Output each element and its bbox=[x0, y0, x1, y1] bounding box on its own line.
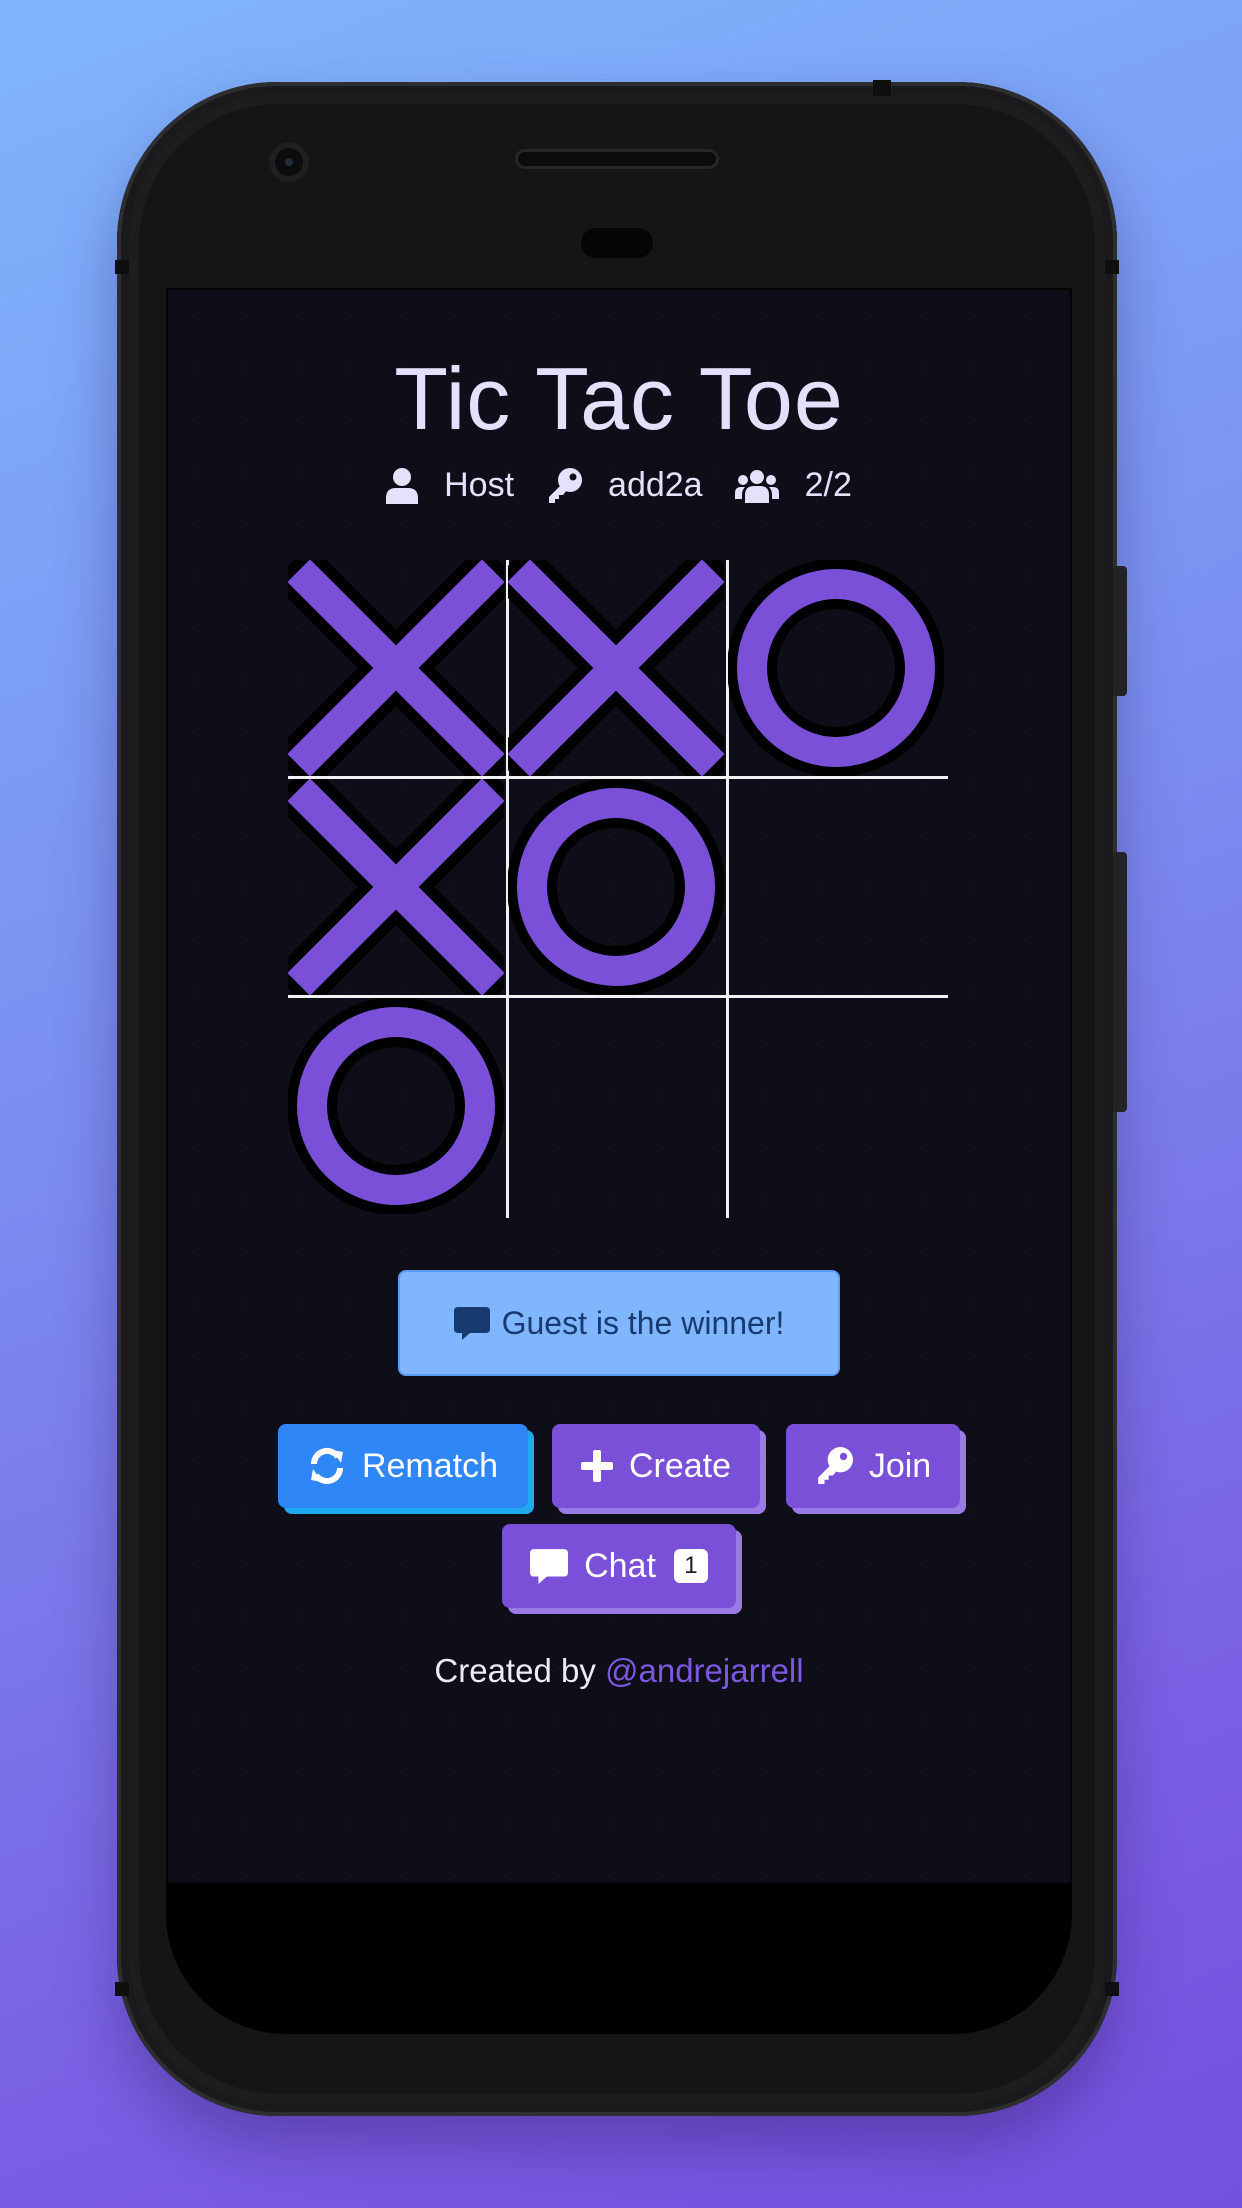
antenna-band bbox=[115, 1982, 129, 1996]
footer-prefix: Created by bbox=[434, 1652, 605, 1689]
host-info: Host bbox=[386, 466, 514, 505]
board-cell-8[interactable] bbox=[508, 998, 724, 1214]
footer-credit: Created by @andrejarrell bbox=[168, 1652, 1070, 1690]
players-info: 2/2 bbox=[734, 466, 852, 505]
room-code: add2a bbox=[608, 466, 703, 504]
board-cell-9[interactable] bbox=[728, 998, 944, 1214]
user-icon bbox=[386, 467, 419, 504]
game-board bbox=[288, 560, 948, 1218]
key-icon bbox=[817, 1447, 853, 1484]
chat-button[interactable]: Chat 1 bbox=[502, 1524, 736, 1608]
author-link[interactable]: @andrejarrell bbox=[605, 1652, 804, 1689]
rematch-label: Rematch bbox=[361, 1446, 499, 1485]
board-cell-7[interactable] bbox=[288, 998, 504, 1214]
antenna-band bbox=[115, 260, 129, 274]
x-mark bbox=[288, 560, 504, 776]
game-info-bar: Host add2a 2/2 bbox=[168, 466, 1070, 505]
board-cell-5[interactable] bbox=[508, 779, 724, 995]
antenna-band bbox=[1105, 260, 1119, 274]
board-cell-4[interactable] bbox=[288, 779, 504, 995]
volume-button bbox=[1113, 852, 1127, 1112]
board-cell-1[interactable] bbox=[288, 560, 504, 776]
comment-icon bbox=[530, 1549, 569, 1584]
users-icon bbox=[734, 469, 779, 503]
o-mark bbox=[288, 998, 504, 1214]
o-mark bbox=[728, 560, 944, 776]
board-cell-6[interactable] bbox=[728, 779, 944, 995]
antenna-band bbox=[1105, 1982, 1119, 1996]
o-mark bbox=[508, 779, 724, 995]
winner-message: Guest is the winner! bbox=[398, 1270, 840, 1376]
comment-icon bbox=[453, 1307, 490, 1340]
proximity-sensor bbox=[581, 228, 653, 258]
board-cell-3[interactable] bbox=[728, 560, 944, 776]
create-button[interactable]: Create bbox=[552, 1424, 760, 1508]
x-mark bbox=[508, 560, 724, 776]
key-icon bbox=[549, 467, 583, 503]
phone-chin bbox=[166, 1882, 1072, 2034]
front-camera bbox=[269, 142, 309, 182]
chat-label: Chat bbox=[584, 1546, 656, 1585]
room-info: add2a bbox=[546, 466, 703, 505]
chat-count-badge: 1 bbox=[673, 1549, 708, 1583]
x-mark bbox=[288, 779, 504, 995]
join-label: Join bbox=[868, 1446, 932, 1485]
page-title: Tic Tac Toe bbox=[394, 349, 844, 448]
power-button bbox=[1113, 566, 1127, 696]
host-label: Host bbox=[444, 466, 515, 504]
sync-icon bbox=[310, 1447, 343, 1485]
board-cell-2[interactable] bbox=[508, 560, 724, 776]
game-screen: Tic Tac Toe Host add2a 2/2 Guest is the … bbox=[166, 288, 1072, 1884]
rematch-button[interactable]: Rematch bbox=[278, 1424, 528, 1508]
join-button[interactable]: Join bbox=[786, 1424, 960, 1508]
create-label: Create bbox=[628, 1446, 732, 1485]
earpiece-speaker bbox=[515, 149, 719, 169]
antenna-line bbox=[873, 80, 891, 96]
winner-text: Guest is the winner! bbox=[501, 1304, 785, 1341]
player-count: 2/2 bbox=[804, 466, 852, 504]
plus-icon bbox=[580, 1450, 613, 1482]
